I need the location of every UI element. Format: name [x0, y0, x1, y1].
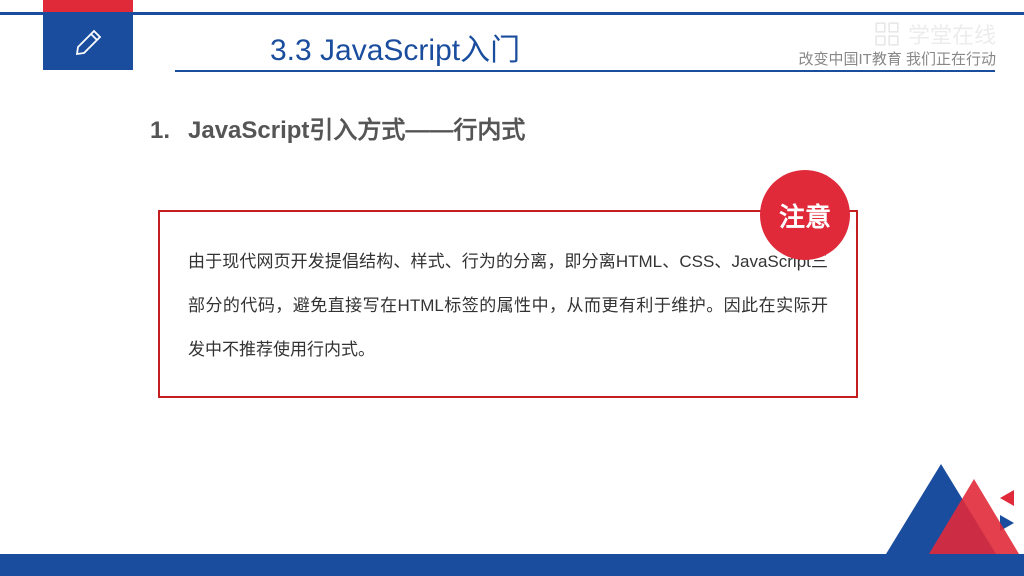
note-text: 由于现代网页开发提倡结构、样式、行为的分离，即分离HTML、CSS、JavaSc… [188, 240, 828, 373]
bottom-bar [0, 554, 1024, 576]
top-accent-bar [43, 0, 133, 12]
note-badge: 注意 [760, 170, 850, 260]
title-underline [175, 70, 995, 72]
list-heading: 1. JavaScript引入方式——行内式 [150, 110, 525, 145]
top-divider-line [0, 12, 1024, 15]
tagline: 改变中国IT教育 我们正在行动 [799, 48, 997, 69]
watermark: 学堂在线 [874, 18, 996, 50]
list-heading-text: JavaScript引入方式——行内式 [188, 117, 525, 144]
watermark-grid-icon [874, 21, 900, 47]
header-icon-box [43, 15, 133, 70]
list-number: 1. [150, 117, 170, 144]
decorative-triangle-red [929, 479, 1019, 554]
note-box: 由于现代网页开发提倡结构、样式、行为的分离，即分离HTML、CSS、JavaSc… [158, 210, 858, 398]
pencil-icon [72, 27, 104, 59]
watermark-text: 学堂在线 [908, 18, 996, 50]
section-title: 3.3 JavaScript入门 [270, 25, 520, 69]
